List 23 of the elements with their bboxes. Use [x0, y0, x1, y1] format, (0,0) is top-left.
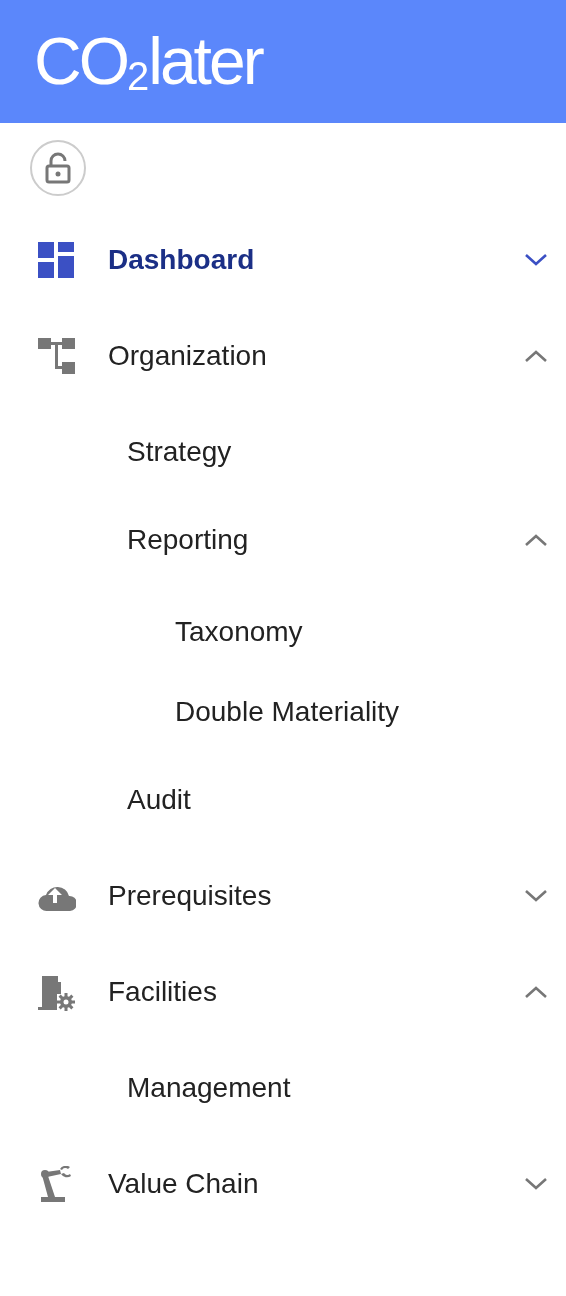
logo: CO$_{2}$later [34, 27, 262, 96]
nav-item[interactable]: Facilities [0, 944, 566, 1040]
lock-button[interactable] [30, 140, 86, 196]
dashboard-icon [38, 241, 76, 279]
hierarchy-icon [38, 337, 76, 375]
nav-item[interactable]: Organization [0, 308, 566, 404]
nav-item[interactable]: Prerequisites [0, 848, 566, 944]
chevron-down-icon [524, 889, 548, 903]
chevron-down-icon [524, 1177, 548, 1191]
chevron-up-icon [524, 985, 548, 999]
unlocked-padlock-icon [43, 152, 73, 184]
nav-item[interactable]: Strategy [0, 408, 566, 496]
nav-item[interactable]: Reporting [0, 496, 566, 584]
chevron-up-icon [524, 533, 548, 547]
nav-item[interactable]: Audit [0, 756, 566, 844]
nav-item[interactable]: Taxonomy [0, 592, 566, 672]
chevron-up-icon [524, 349, 548, 363]
building-gear-icon [38, 973, 76, 1011]
nav-item[interactable]: Dashboard [0, 212, 566, 308]
nav-item[interactable]: Value Chain [0, 1136, 566, 1232]
nav-item[interactable]: Double Materiality [0, 672, 566, 752]
nav-item[interactable]: Management [0, 1044, 566, 1132]
chevron-down-icon [524, 253, 548, 267]
